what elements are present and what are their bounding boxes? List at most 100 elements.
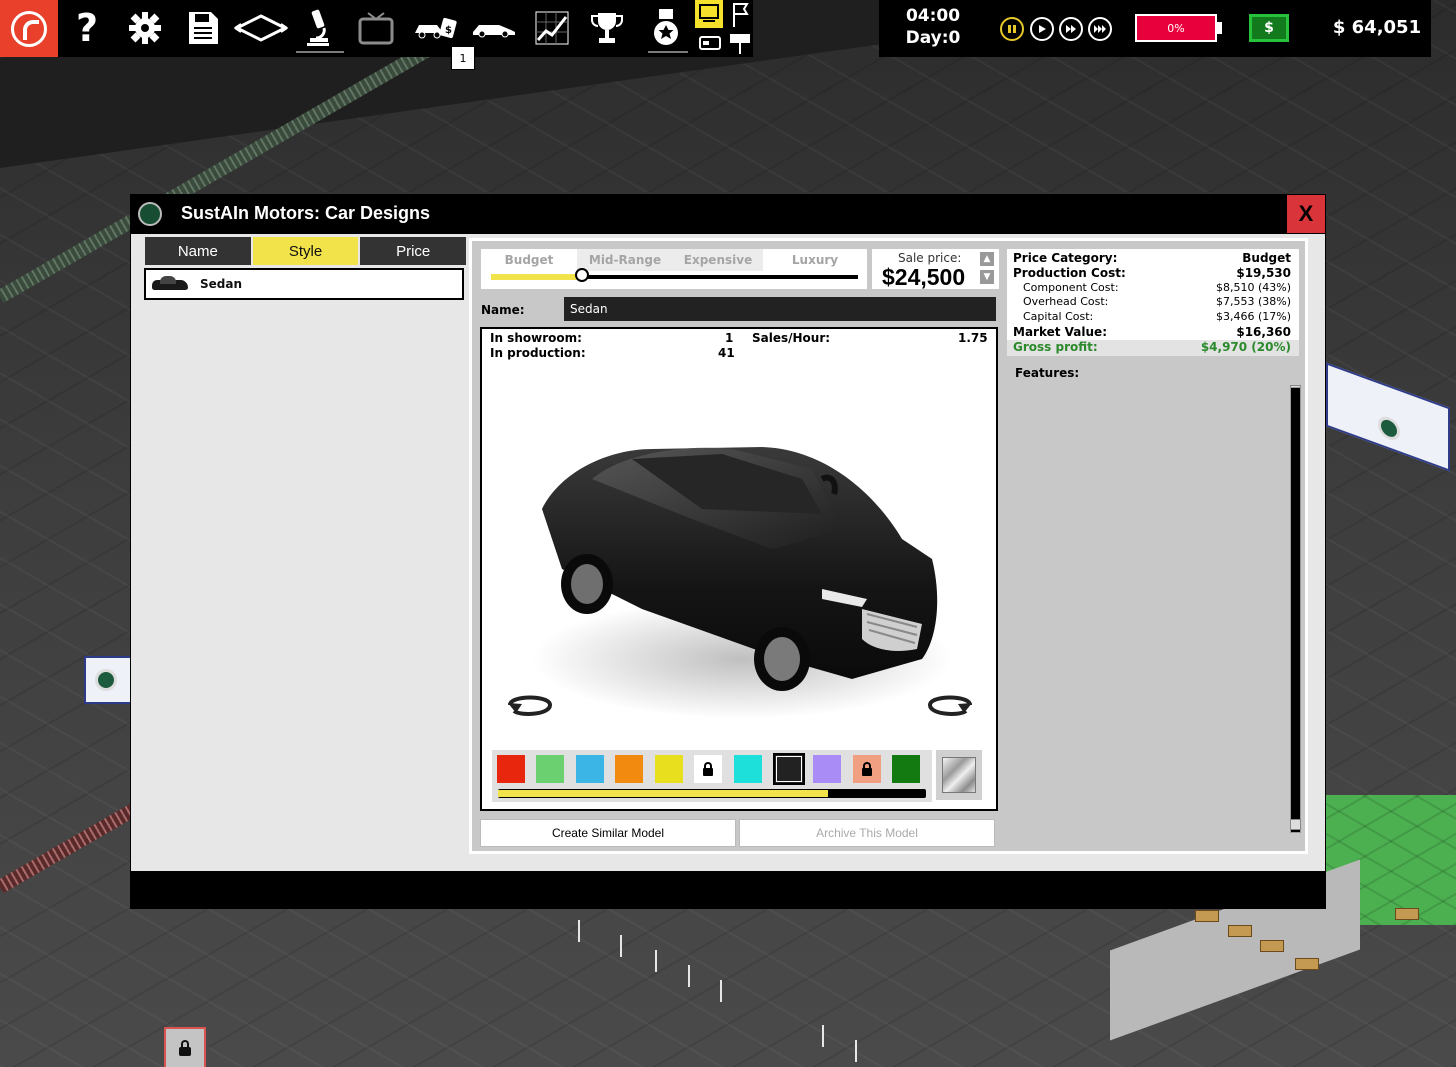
car-models-icon[interactable] (470, 6, 518, 50)
price-category-row: Price Category: Budget (1013, 251, 1291, 265)
color-swatch-green[interactable] (536, 755, 564, 783)
status-bar: 04:00 Day:0 0% $ $ 64,051 (879, 0, 1431, 57)
model-name-input[interactable] (564, 297, 996, 321)
fence-post (655, 950, 657, 972)
energy-battery: 0% (1135, 14, 1217, 42)
company-logo-button[interactable] (0, 0, 58, 57)
award-medal-icon[interactable] (648, 6, 684, 50)
category-budget[interactable]: Budget (481, 249, 577, 271)
dialog-footer (130, 871, 1326, 909)
play-icon (1039, 25, 1046, 33)
card-icon[interactable] (697, 32, 723, 54)
price-increase-icon[interactable]: ▲ (980, 252, 994, 266)
category-luxury[interactable]: Luxury (763, 249, 867, 271)
car-thumbnail-icon (150, 274, 190, 294)
pause-button[interactable] (1000, 17, 1024, 41)
office-desk[interactable] (1228, 925, 1252, 937)
charts-icon[interactable] (534, 6, 570, 50)
archive-model-button[interactable]: Archive This Model (739, 819, 995, 847)
trophy-icon[interactable] (588, 6, 626, 50)
color-scrollbar-thumb[interactable] (498, 790, 828, 797)
color-swatch-orange[interactable] (615, 755, 643, 783)
day-counter: Day:0 (905, 28, 961, 48)
color-swatch-black-selected[interactable] (773, 753, 805, 785)
fence-post (822, 1025, 824, 1047)
help-icon[interactable]: ? (72, 6, 102, 50)
office-desk[interactable] (1260, 940, 1284, 952)
save-icon[interactable] (184, 6, 222, 50)
color-swatch-lavender[interactable] (813, 755, 841, 783)
category-expensive[interactable]: Expensive (673, 249, 763, 271)
sales-hour-label: Sales/Hour: (752, 331, 831, 345)
sort-tab-name[interactable]: Name (145, 237, 251, 265)
settings-icon[interactable] (126, 6, 164, 50)
flag-icon[interactable] (728, 2, 752, 28)
signpost-icon[interactable] (728, 32, 752, 54)
component-cost-row: Component Cost: $8,510 (43%) (1023, 281, 1291, 294)
company-globe-icon (138, 202, 162, 226)
model-list-item[interactable]: Sedan (144, 268, 464, 300)
price-category-slider[interactable]: Budget Mid-Range Expensive Luxury (481, 249, 867, 289)
play-button[interactable] (1030, 17, 1054, 41)
design-panel: Budget Mid-Range Expensive Luxury Sale p… (469, 238, 1308, 854)
color-swatch-salmon-locked[interactable] (853, 755, 881, 783)
price-decrease-icon[interactable]: ▼ (980, 270, 994, 284)
dialog-body: Name Style Price Sedan Budget Mid-Range … (131, 234, 1325, 871)
model-list-item-name: Sedan (200, 277, 243, 291)
production-cost-row: Production Cost: $19,530 (1013, 266, 1291, 280)
features-scrollbar[interactable] (1290, 387, 1301, 833)
sort-tabs: Name Style Price (145, 237, 467, 265)
metallic-paint-toggle[interactable] (936, 750, 982, 800)
research-microscope-icon[interactable] (300, 6, 336, 50)
color-swatch-cyan[interactable] (734, 755, 762, 783)
monitor-toggle-active[interactable] (695, 0, 723, 28)
sale-price-label: Sale price: (898, 251, 962, 265)
features-label: Features: (1015, 366, 1080, 380)
office-desk[interactable] (1195, 910, 1219, 922)
color-scrollbar[interactable] (498, 789, 926, 798)
lock-icon (179, 1039, 191, 1056)
sort-tab-price[interactable]: Price (360, 237, 467, 265)
rotate-left-icon[interactable] (500, 689, 560, 721)
fence-post (855, 1040, 857, 1062)
color-swatch-yellow[interactable] (655, 755, 683, 783)
category-mid-range[interactable]: Mid-Range (577, 249, 673, 271)
lock-icon (703, 761, 713, 776)
color-swatch-dark-green[interactable] (892, 755, 920, 783)
dialog-title: SustAIn Motors: Car Designs (181, 203, 431, 223)
rotate-right-icon[interactable] (920, 689, 980, 721)
locked-tile[interactable] (164, 1027, 206, 1067)
showroom-value: 1 (725, 331, 734, 345)
monitor-icon (699, 4, 719, 22)
cash-icon[interactable]: $ (1249, 14, 1289, 42)
features-scroll-down[interactable] (1290, 819, 1301, 830)
color-swatch-red[interactable] (497, 755, 525, 783)
dialog-title-bar[interactable]: SustAIn Motors: Car Designs X (130, 194, 1326, 234)
fast-forward-button[interactable] (1059, 17, 1083, 41)
category-fill (491, 274, 579, 280)
office-desk[interactable] (1295, 958, 1319, 970)
category-slider-handle[interactable] (575, 268, 589, 282)
production-label: In production: (490, 346, 586, 360)
office-desk[interactable] (1395, 908, 1419, 920)
top-toolbar: ? $ 1 (0, 0, 753, 70)
create-similar-model-button[interactable]: Create Similar Model (480, 819, 736, 847)
lock-icon (862, 761, 872, 776)
sort-tab-style[interactable]: Style (252, 237, 359, 265)
sale-price-value: $24,500 (882, 264, 966, 290)
color-swatch-sky-blue[interactable] (576, 755, 604, 783)
car-preview: In showroom: 1 In production: 41 Sales/H… (480, 327, 998, 811)
fastest-button[interactable] (1088, 17, 1112, 41)
svg-text:$: $ (445, 25, 452, 36)
map-view-icon[interactable] (232, 6, 290, 50)
color-swatch-white-locked[interactable] (694, 755, 722, 783)
car-designs-dialog: SustAIn Motors: Car Designs X Name Style… (130, 194, 1326, 909)
car-model-image (532, 447, 952, 719)
advertising-tv-icon[interactable] (356, 6, 396, 50)
car-sales-icon[interactable]: $ (412, 6, 460, 50)
fence-post (578, 920, 580, 942)
metallic-paint-icon (942, 757, 976, 793)
money-balance: $ 64,051 (1332, 17, 1422, 38)
close-button[interactable]: X (1287, 195, 1325, 233)
production-value: 41 (718, 346, 735, 360)
